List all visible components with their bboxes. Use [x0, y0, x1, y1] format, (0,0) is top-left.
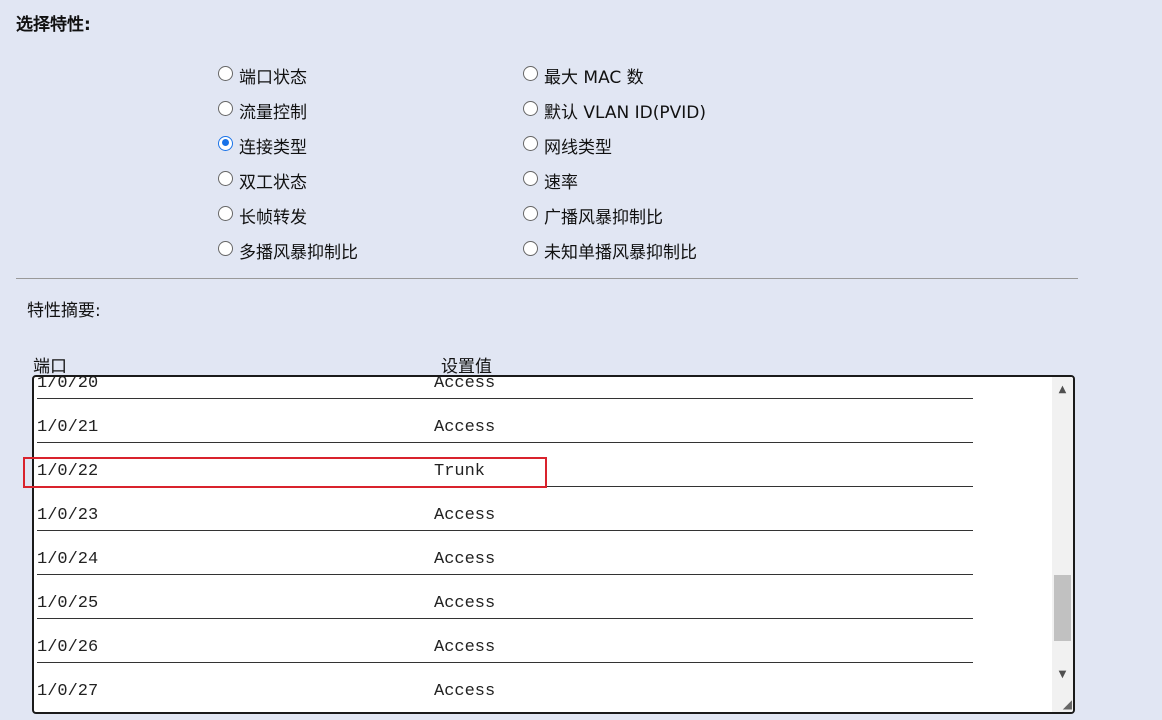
radio-button[interactable] — [218, 170, 233, 186]
option-default-vlan[interactable]: 默认 VLAN ID(PVID) — [523, 98, 706, 123]
option-label: 端口状态 — [239, 67, 307, 88]
port-cell: 1/0/21 — [37, 418, 99, 437]
column-header-port: 端口 — [33, 357, 67, 377]
option-label: 网线类型 — [544, 137, 612, 158]
divider — [16, 278, 1078, 279]
radio-button[interactable] — [523, 65, 538, 81]
option-max-mac[interactable]: 最大 MAC 数 — [523, 63, 644, 88]
property-summary-list[interactable]: 1/0/20 Access 1/0/21 Access 1/0/22 Trunk… — [32, 375, 1075, 714]
select-property-title: 选择特性: — [16, 15, 91, 35]
port-cell: 1/0/25 — [37, 594, 99, 613]
list-item[interactable]: 1/0/21 Access — [34, 399, 1050, 443]
radio-button[interactable] — [523, 205, 538, 221]
option-label: 最大 MAC 数 — [544, 67, 644, 88]
list-item[interactable]: 1/0/20 Access — [34, 375, 1050, 399]
value-cell: Access — [434, 506, 496, 525]
value-cell: Access — [434, 594, 496, 613]
scrollbar-thumb[interactable] — [1054, 575, 1071, 641]
list-rows: 1/0/20 Access 1/0/21 Access 1/0/22 Trunk… — [34, 375, 1050, 707]
option-label: 连接类型 — [239, 137, 307, 158]
radio-button[interactable] — [523, 240, 538, 256]
option-label: 广播风暴抑制比 — [544, 207, 663, 228]
radio-button-selected[interactable] — [218, 135, 233, 151]
list-item[interactable]: 1/0/23 Access — [34, 487, 1050, 531]
value-cell: Access — [434, 375, 496, 393]
option-label: 流量控制 — [239, 102, 307, 123]
list-item[interactable]: 1/0/24 Access — [34, 531, 1050, 575]
list-item[interactable]: 1/0/26 Access — [34, 619, 1050, 663]
value-cell: Trunk — [434, 462, 486, 481]
column-header-value: 设置值 — [441, 357, 492, 377]
scroll-down-arrow-icon[interactable]: ▼ — [1052, 665, 1073, 683]
radio-button[interactable] — [218, 205, 233, 221]
value-cell: Access — [434, 418, 496, 437]
port-cell: 1/0/22 — [37, 462, 99, 481]
option-broadcast-suppression[interactable]: 广播风暴抑制比 — [523, 203, 663, 228]
option-label: 速率 — [544, 172, 578, 193]
port-cell: 1/0/24 — [37, 550, 99, 569]
property-summary-label: 特性摘要: — [27, 301, 101, 321]
value-cell: Access — [434, 682, 496, 701]
list-item[interactable]: 1/0/25 Access — [34, 575, 1050, 619]
option-link-type[interactable]: 连接类型 — [218, 133, 307, 158]
port-cell: 1/0/20 — [37, 375, 99, 393]
radio-button[interactable] — [218, 100, 233, 116]
radio-button[interactable] — [523, 135, 538, 151]
port-cell: 1/0/26 — [37, 638, 99, 657]
option-port-status[interactable]: 端口状态 — [218, 63, 307, 88]
option-label: 长帧转发 — [239, 207, 307, 228]
radio-button[interactable] — [523, 170, 538, 186]
radio-button[interactable] — [218, 240, 233, 256]
option-multicast-suppression[interactable]: 多播风暴抑制比 — [218, 238, 358, 263]
scroll-up-arrow-icon[interactable]: ▲ — [1052, 380, 1073, 398]
option-cable-type[interactable]: 网线类型 — [523, 133, 612, 158]
value-cell: Access — [434, 638, 496, 657]
list-item[interactable]: 1/0/27 Access — [34, 663, 1050, 707]
option-label: 多播风暴抑制比 — [239, 242, 358, 263]
port-cell: 1/0/27 — [37, 682, 99, 701]
port-properties-page: 选择特性: 端口状态 流量控制 连接类型 双工状态 长帧转发 多播风暴抑制比 最… — [0, 0, 1162, 720]
value-cell: Access — [434, 550, 496, 569]
option-flow-control[interactable]: 流量控制 — [218, 98, 307, 123]
list-item[interactable]: 1/0/22 Trunk — [34, 443, 1050, 487]
radio-button[interactable] — [218, 65, 233, 81]
option-speed[interactable]: 速率 — [523, 168, 578, 193]
option-jumbo-frame[interactable]: 长帧转发 — [218, 203, 307, 228]
option-label: 未知单播风暴抑制比 — [544, 242, 697, 263]
option-duplex-status[interactable]: 双工状态 — [218, 168, 307, 193]
option-unknown-unicast-suppression[interactable]: 未知单播风暴抑制比 — [523, 238, 697, 263]
radio-button[interactable] — [523, 100, 538, 116]
port-cell: 1/0/23 — [37, 506, 99, 525]
resize-grip-icon[interactable]: ◢ — [1058, 697, 1072, 711]
option-label: 双工状态 — [239, 172, 307, 193]
option-label: 默认 VLAN ID(PVID) — [544, 102, 706, 123]
vertical-scrollbar[interactable]: ▲ ▼ — [1052, 377, 1073, 712]
